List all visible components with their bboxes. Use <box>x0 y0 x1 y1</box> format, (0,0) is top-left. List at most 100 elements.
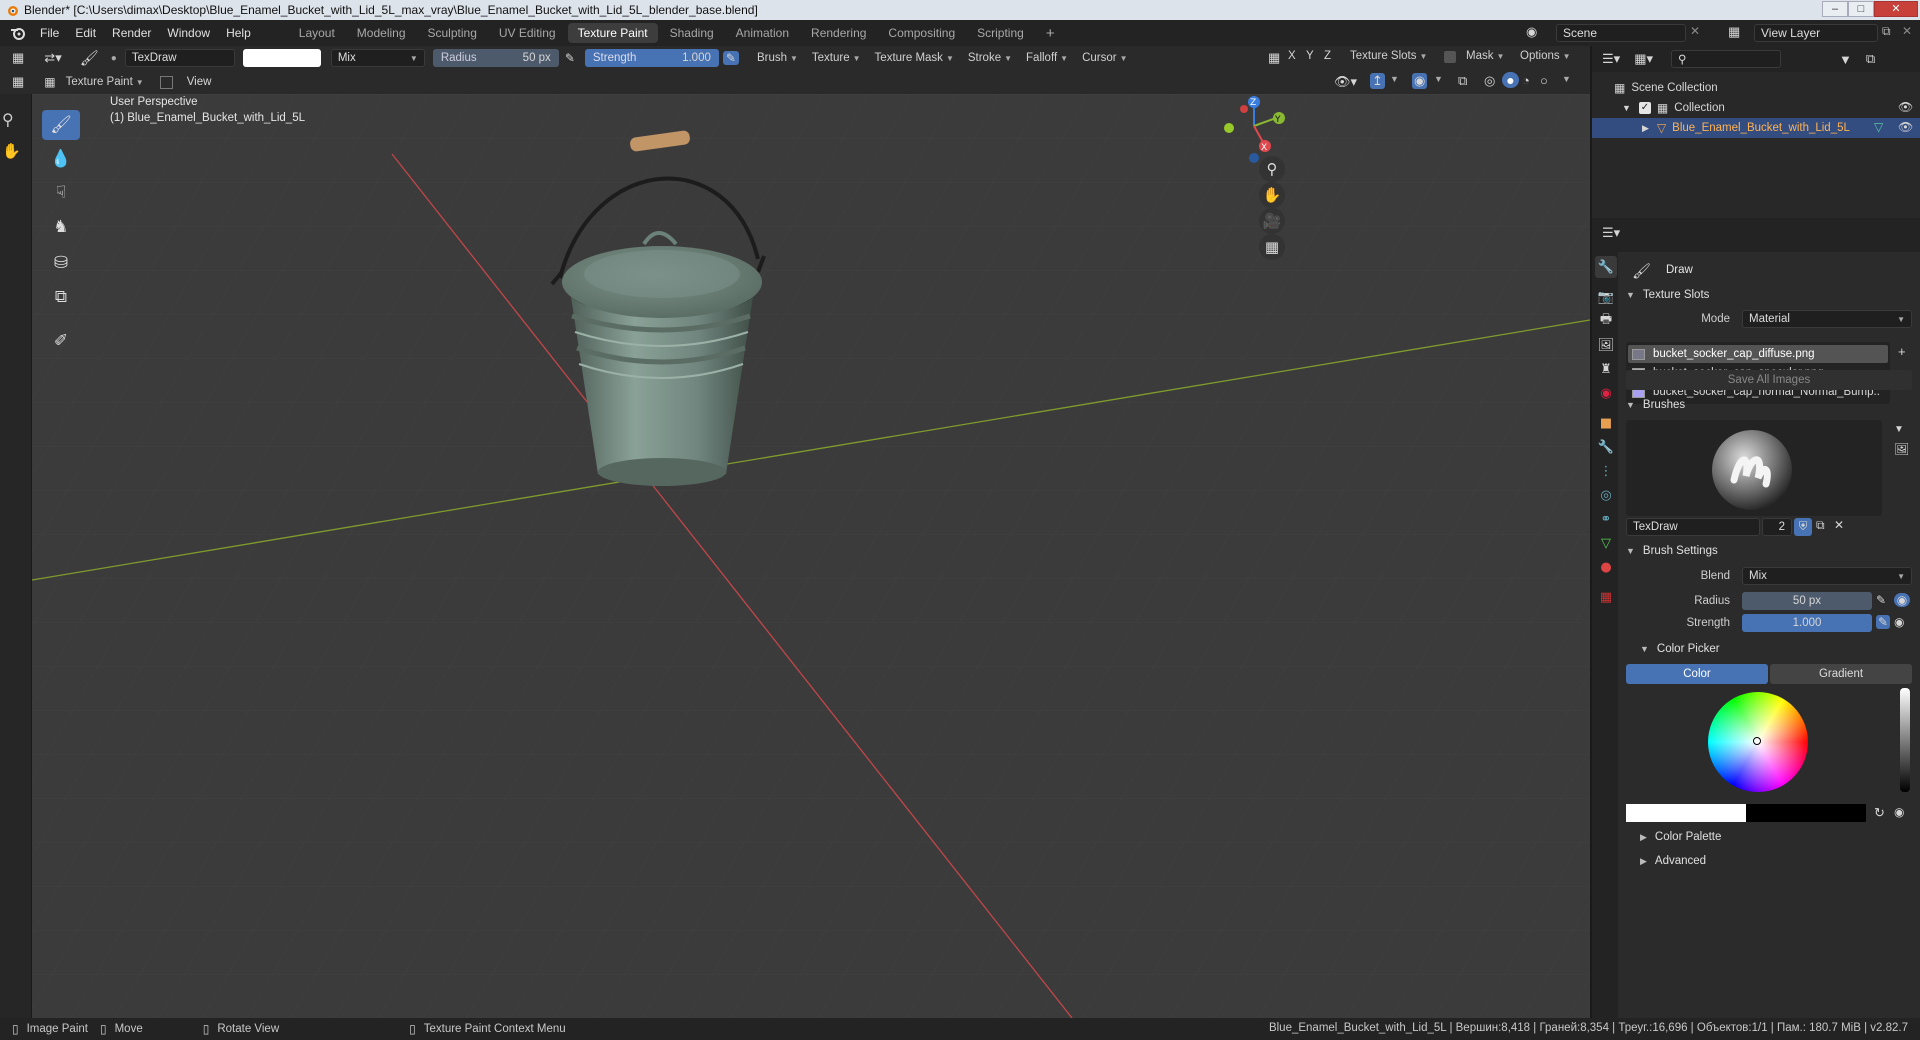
scene-field[interactable]: Scene <box>1556 24 1686 42</box>
maximize-button[interactable]: □ <box>1848 1 1874 17</box>
cursor-menu[interactable]: Cursor ▼ <box>1078 52 1131 64</box>
menu-window[interactable]: Window <box>159 26 218 40</box>
brush-name-field[interactable]: TexDraw <box>124 49 235 67</box>
object-tab-icon[interactable]: ■ <box>1595 412 1617 434</box>
tab-modeling[interactable]: Modeling <box>347 23 416 43</box>
radius-pressure-toggle-icon[interactable]: ✎ <box>1876 593 1886 607</box>
menu-render[interactable]: Render <box>104 26 159 40</box>
scene-tab-icon[interactable]: ♜ <box>1595 358 1617 380</box>
color-palette-subpanel-header[interactable]: ▶ Color Palette <box>1618 826 1920 848</box>
color-wheel[interactable] <box>1708 692 1808 792</box>
view-layer-tab-icon[interactable]: 🖼 <box>1595 334 1617 356</box>
outliner-editor-icon[interactable]: ☰▾ <box>1602 51 1620 67</box>
add-workspace-button[interactable]: + <box>1036 22 1065 45</box>
texture-tab-icon[interactable]: ▦ <box>1595 586 1617 608</box>
mask-tool-icon[interactable]: ⧉ <box>42 282 80 312</box>
add-slot-icon[interactable]: + <box>1898 344 1906 359</box>
value-slider[interactable] <box>1900 688 1910 792</box>
image-paint-editor-icon[interactable]: ▦ <box>12 74 24 90</box>
viewport-scene[interactable]: Z Y X <box>32 94 1590 1018</box>
3d-viewport[interactable]: Z Y X User Perspective (1) Blue_Enamel_B… <box>32 94 1590 1018</box>
output-tab-icon[interactable]: 🖶 <box>1595 310 1617 332</box>
view-layer-field[interactable]: View Layer <box>1754 24 1878 42</box>
texture-slots-panel-header[interactable]: ▼ Texture Slots <box>1618 284 1920 306</box>
shading-dropdown-icon[interactable]: ▼ <box>1562 74 1571 84</box>
radius-pressure-icon[interactable]: ✎ <box>565 51 575 65</box>
blend-dropdown[interactable]: Mix ▼ <box>330 49 425 67</box>
filter-icon[interactable]: ▼ <box>1839 52 1852 67</box>
pan-view-icon[interactable]: ✋ <box>1259 182 1285 208</box>
view-layer-close-icon[interactable]: ✕ <box>1902 24 1912 38</box>
brush-image-icon[interactable]: 🖼 <box>1894 442 1909 456</box>
brush-browse-icon[interactable]: ▼ <box>1894 424 1904 435</box>
mirror-y-toggle[interactable]: Y <box>1306 50 1314 62</box>
strength-pressure-toggle-icon[interactable]: ✎ <box>1876 615 1891 629</box>
new-collection-icon[interactable]: ⧉ <box>1866 51 1875 67</box>
radius-unit-icon[interactable]: ◉ <box>1894 593 1910 607</box>
list-item[interactable]: bucket_socker_cap_diffuse.png <box>1628 345 1888 363</box>
shading-rendered-icon[interactable]: ○ <box>1540 73 1548 88</box>
brush-blend-dropdown[interactable]: Mix ▼ <box>1742 567 1912 585</box>
paint-mask-toggle[interactable] <box>159 75 173 89</box>
strength-slider[interactable]: Strength 1.000 <box>584 49 719 67</box>
camera-view-icon[interactable]: 🎥 <box>1259 208 1285 234</box>
pan-hand-icon[interactable]: ✋ <box>2 142 21 160</box>
mirror-x-toggle[interactable]: X <box>1288 50 1296 62</box>
brush-icon[interactable]: 🖌 <box>80 49 99 67</box>
secondary-color-swatch[interactable] <box>1746 804 1866 822</box>
brush-name-datablock[interactable]: TexDraw <box>1626 518 1760 536</box>
shading-material-icon[interactable]: ◔ <box>1522 73 1530 88</box>
tab-shading[interactable]: Shading <box>660 23 724 43</box>
collection-visibility-icon[interactable]: 👁 <box>1898 100 1913 114</box>
color-tab[interactable]: Color <box>1626 664 1768 684</box>
scene-icon[interactable]: ◉ <box>1526 24 1537 40</box>
mask-menu[interactable]: Mask ▼ <box>1462 50 1508 62</box>
xray-toggle-icon[interactable]: ⧉ <box>1458 73 1467 89</box>
smear-tool-icon[interactable]: ☟ <box>42 178 80 208</box>
color-wheel-cursor[interactable] <box>1753 737 1761 745</box>
zoom-icon[interactable]: ⚲ <box>2 110 14 129</box>
scene-close-icon[interactable]: ✕ <box>1690 24 1700 38</box>
slot-mode-dropdown[interactable]: Material ▼ <box>1742 310 1912 328</box>
minimize-button[interactable]: – <box>1822 1 1848 17</box>
draw-tool-icon[interactable]: 🖌 <box>42 110 80 140</box>
object-visibility-icon[interactable]: 👁 <box>1898 120 1913 134</box>
texture-slots-menu[interactable]: Texture Slots ▼ <box>1346 50 1431 62</box>
brush-settings-panel-header[interactable]: ▼ Brush Settings <box>1618 540 1920 562</box>
outliner-row-object[interactable]: ▶ ▽ Blue_Enamel_Bucket_with_Lid_5L ▽ 👁 <box>1592 118 1920 138</box>
editor-type-icon[interactable]: ▦ <box>12 50 24 66</box>
mode-dropdown[interactable]: Texture Paint ▼ <box>62 76 148 88</box>
physics-tab-icon[interactable]: ◎ <box>1595 484 1617 506</box>
advanced-subpanel-header[interactable]: ▶ Advanced <box>1618 850 1920 872</box>
tab-layout[interactable]: Layout <box>289 23 345 43</box>
stroke-menu[interactable]: Stroke ▼ <box>964 52 1016 64</box>
world-tab-icon[interactable]: ◉ <box>1595 382 1617 404</box>
shading-wireframe-icon[interactable]: ◎ <box>1484 73 1495 89</box>
zoom-view-icon[interactable]: ⚲ <box>1259 156 1285 182</box>
tab-scripting[interactable]: Scripting <box>967 23 1034 43</box>
falloff-menu[interactable]: Falloff ▼ <box>1022 52 1072 64</box>
material-tab-icon[interactable]: ● <box>1595 556 1617 578</box>
unlink-brush-icon[interactable]: ✕ <box>1834 518 1844 532</box>
close-button[interactable]: ✕ <box>1874 1 1918 17</box>
shading-solid-icon[interactable]: ● <box>1502 72 1519 88</box>
brush-radius-slider[interactable]: 50 px <box>1742 592 1872 610</box>
menu-edit[interactable]: Edit <box>67 26 104 40</box>
visibility-icon[interactable]: 👁▾ <box>1334 74 1357 90</box>
view-layer-new-icon[interactable]: ⧉ <box>1882 24 1891 39</box>
strength-pressure-icon[interactable]: ✎ <box>722 51 739 65</box>
brushes-panel-header[interactable]: ▼ Brushes <box>1618 394 1920 416</box>
tab-compositing[interactable]: Compositing <box>878 23 965 43</box>
primary-color-swatch[interactable] <box>1626 804 1746 822</box>
constraints-tab-icon[interactable]: ⚭ <box>1595 508 1617 530</box>
ortho-toggle-icon[interactable]: ▦ <box>1259 234 1285 260</box>
fill-tool-icon[interactable]: ⛁ <box>42 248 80 278</box>
expand-collection-icon[interactable]: ▼ <box>1622 103 1631 113</box>
menu-file[interactable]: File <box>32 26 67 40</box>
outliner-row-collection[interactable]: ▼ ✓ ▦ Collection 👁 <box>1592 98 1920 118</box>
swap-colors-icon[interactable]: ↻ <box>1874 805 1885 821</box>
tab-rendering[interactable]: Rendering <box>801 23 876 43</box>
brush-fake-user-icon[interactable]: ● <box>111 53 117 64</box>
tool-dropdown-icon[interactable]: ⇄▾ <box>44 50 61 66</box>
tab-texture-paint[interactable]: Texture Paint <box>567 23 658 43</box>
